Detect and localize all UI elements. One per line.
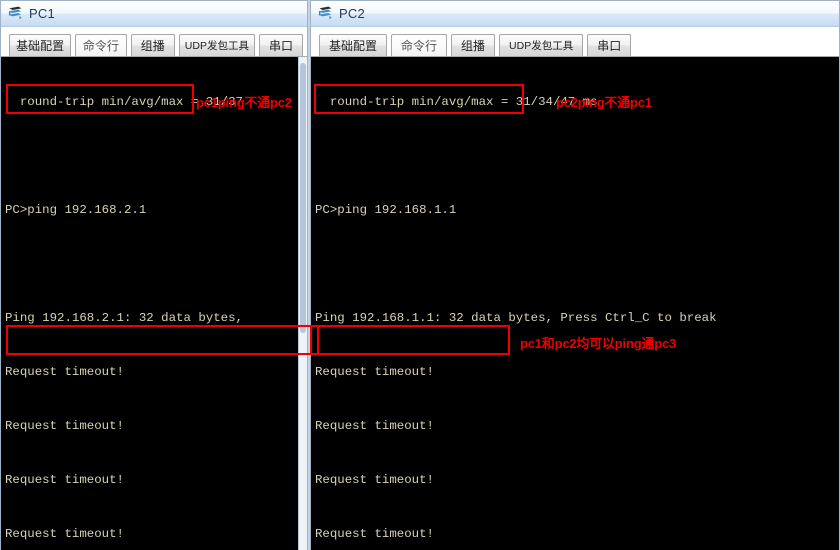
titlebar-pc1[interactable]: PC1	[1, 1, 307, 27]
console-line: Request timeout!	[315, 527, 434, 541]
tab-udp-tool-pc2[interactable]: UDP发包工具	[499, 34, 584, 56]
console-line: Request timeout!	[5, 419, 124, 433]
window-title-pc1: PC1	[29, 6, 55, 21]
pc-terminal-icon	[7, 5, 24, 22]
tab-udp-tool-pc1[interactable]: UDP发包工具	[178, 34, 256, 56]
console-output-pc1[interactable]: round-trip min/avg/max = 31/37 PC>ping 1…	[1, 57, 307, 550]
tab-command-line-pc2[interactable]: 命令行	[391, 34, 448, 56]
console-line: Request timeout!	[315, 365, 434, 379]
tab-serial-pc2[interactable]: 串口	[587, 34, 632, 56]
console-output-pc2[interactable]: round-trip min/avg/max = 31/34/47 ms PC>…	[311, 57, 839, 550]
console-line: Ping 192.168.2.1: 32 data bytes,	[5, 311, 243, 325]
tab-multicast-pc2[interactable]: 组播	[451, 34, 496, 56]
tab-multicast-pc1[interactable]: 组播	[130, 34, 175, 56]
scrollbar-thumb-pc1[interactable]	[300, 63, 306, 333]
tab-serial-pc1[interactable]: 串口	[259, 34, 304, 56]
console-line: Request timeout!	[5, 473, 124, 487]
window-pc1[interactable]: PC1 基础配置 命令行 组播 UDP发包工具 串口 round-trip mi…	[0, 0, 308, 550]
note-pc1-fail-pc2: pc1ping不通pc2	[196, 95, 292, 110]
console-line: PC>ping 192.168.2.1	[5, 203, 147, 217]
console-line: Request timeout!	[315, 473, 434, 487]
note-both-reach-pc3: pc1和pc2均可以ping通pc3	[520, 336, 677, 351]
tab-basic-config-pc1[interactable]: 基础配置	[9, 34, 72, 56]
console-line: PC>ping 192.168.1.1	[315, 203, 457, 217]
tab-command-line-pc1[interactable]: 命令行	[75, 34, 127, 56]
window-pc2[interactable]: PC2 基础配置 命令行 组播 UDP发包工具 串口 round-trip mi…	[310, 0, 840, 550]
note-pc2-fail-pc1: pc2ping不通pc1	[556, 95, 652, 110]
tabstrip-pc2[interactable]: 基础配置 命令行 组播 UDP发包工具 串口	[311, 27, 839, 57]
console-line: Request timeout!	[315, 419, 434, 433]
titlebar-pc2[interactable]: PC2	[311, 1, 839, 27]
console-line: Ping 192.168.1.1: 32 data bytes, Press C…	[315, 311, 717, 325]
screenshot-root: PC1 基础配置 命令行 组播 UDP发包工具 串口 round-trip mi…	[0, 0, 840, 550]
pc-terminal-icon	[317, 5, 334, 22]
console-line: Request timeout!	[5, 365, 124, 379]
tabstrip-pc1[interactable]: 基础配置 命令行 组播 UDP发包工具 串口	[1, 27, 307, 57]
window-title-pc2: PC2	[339, 6, 365, 21]
console-scrollbar-pc1[interactable]	[298, 57, 307, 550]
console-line: Request timeout!	[5, 527, 124, 541]
tab-basic-config-pc2[interactable]: 基础配置	[319, 34, 388, 56]
